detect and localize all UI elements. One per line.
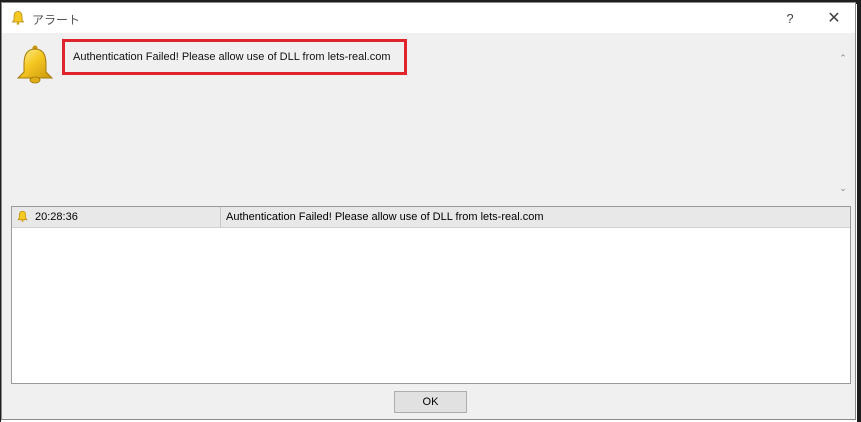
scroll-up-icon[interactable]: ⌃: [836, 51, 850, 65]
title-bar: アラート ? ✕: [2, 3, 855, 33]
close-button[interactable]: ✕: [814, 3, 854, 33]
scroll-down-icon[interactable]: ⌄: [836, 181, 850, 195]
alert-dialog: アラート ? ✕ Authentication Failed! Please a…: [1, 2, 856, 420]
log-message: Authentication Failed! Please allow use …: [226, 211, 544, 223]
list-item[interactable]: 20:28:36 Authentication Failed! Please a…: [12, 207, 850, 228]
log-time: 20:28:36: [35, 211, 78, 223]
bell-icon: [17, 210, 28, 223]
window-title: アラート: [32, 13, 81, 27]
alert-message: Authentication Failed! Please allow use …: [73, 51, 391, 63]
alert-log-list: 20:28:36 Authentication Failed! Please a…: [11, 206, 851, 384]
bell-icon: [11, 11, 25, 25]
help-button[interactable]: ?: [770, 3, 810, 33]
ok-button[interactable]: OK: [394, 391, 467, 413]
message-scrollbar[interactable]: ⌃ ⌄: [836, 51, 850, 197]
background-window-edge-right: [857, 0, 861, 422]
alert-bell-icon: [16, 45, 54, 84]
column-divider: [220, 207, 221, 227]
